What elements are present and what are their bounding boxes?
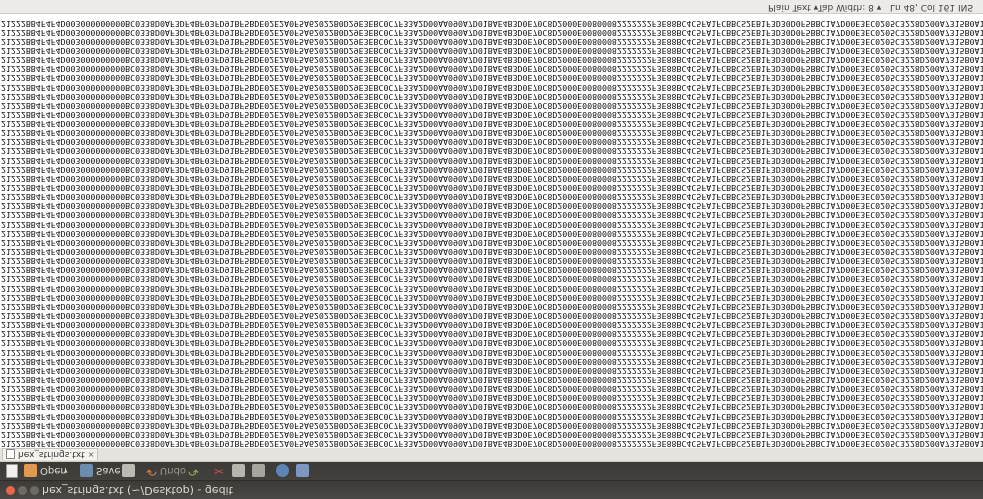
document-tabbar: hex_strings.txt ×: [0, 447, 983, 462]
undo-icon: ↶: [146, 463, 157, 479]
editor-line: 21222BB4F4F4D003000000000BC0338D0AF3DF4B…: [1, 73, 983, 84]
editor-line: 21222BB4F4F4D003000000000BC0338D0AF3DF4B…: [1, 173, 983, 184]
editor-line: 21222BB4F4F4D003000000000BC0338D0AF3DF4B…: [1, 82, 983, 93]
editor-line: 21222BB4F4F4D003000000000BC0338D0AF3DF4B…: [1, 100, 983, 111]
editor-line: 21222BB4F4F4D003000000000BC0338D0AF3DF4B…: [1, 128, 983, 139]
editor-line: 21222BB4F4F4D003000000000BC0338D0AF3DF4B…: [1, 119, 983, 130]
undo-label: Undo: [159, 465, 187, 477]
editor-line: 21222BB4F4F4D003000000000BC0338D0AF3DF4B…: [1, 201, 983, 212]
editor-line: 21222BB4F4F4D003000000000BC0338D0AF3DF4B…: [1, 338, 983, 349]
undo-button[interactable]: ↶ Undo: [146, 463, 186, 479]
search-icon: [276, 464, 289, 478]
open-button[interactable]: Open: [24, 463, 67, 479]
tab-hex-strings[interactable]: hex_strings.txt ×: [2, 448, 99, 460]
language-label: Plain Text: [768, 2, 811, 12]
editor-lines: 21222BB4F4F4D003000000000BC0338D0AF3DF4B…: [0, 18, 983, 448]
tab-close-icon[interactable]: ×: [88, 450, 95, 459]
editor-line: 21222BB4F4F4D003000000000BC0338D0AF3DF4B…: [1, 292, 983, 303]
copy-button[interactable]: [232, 463, 245, 479]
editor-line: 21222BB4F4F4D003000000000BC0338D0AF3DF4B…: [1, 329, 983, 340]
window-minimize-button[interactable]: [18, 486, 27, 495]
editor-line: 21222BB4F4F4D003000000000BC0338D0AF3DF4B…: [1, 429, 983, 440]
window-maximize-button[interactable]: [30, 486, 39, 495]
editor-line: 21222BB4F4F4D003000000000BC0338D0AF3DF4B…: [1, 375, 983, 386]
editor-line: 21222BB4F4F4D003000000000BC0338D0AF3DF4B…: [1, 109, 983, 120]
folder-icon: [24, 464, 37, 478]
editor-line: 21222BB4F4F4D003000000000BC0338D0AF3DF4B…: [1, 356, 983, 367]
tab-label: hex_strings.txt: [18, 449, 85, 460]
print-button[interactable]: [122, 463, 135, 479]
paste-button[interactable]: [252, 463, 265, 479]
editor-line: 21222BB4F4F4D003000000000BC0338D0AF3DF4B…: [1, 91, 983, 102]
editor-line: 21222BB4F4F4D003000000000BC0338D0AF3DF4B…: [1, 265, 983, 276]
editor-line: 21222BB4F4F4D003000000000BC0338D0AF3DF4B…: [1, 301, 983, 312]
editor-line: 21222BB4F4F4D003000000000BC0338D0AF3DF4B…: [1, 45, 983, 56]
editor-line: 21222BB4F4F4D003000000000BC0338D0AF3DF4B…: [1, 439, 983, 448]
insert-mode: INS: [958, 2, 974, 12]
editor-line: 21222BB4F4F4D003000000000BC0338D0AF3DF4B…: [1, 55, 983, 66]
search-button[interactable]: [276, 463, 289, 479]
redo-icon: ↷: [188, 463, 199, 479]
editor-line: 21222BB4F4F4D003000000000BC0338D0AF3DF4B…: [1, 384, 983, 395]
window-close-button[interactable]: [6, 486, 15, 495]
language-selector[interactable]: Plain Text ▾: [768, 2, 818, 12]
editor-line: 21222BB4F4F4D003000000000BC0338D0AF3DF4B…: [1, 256, 983, 267]
editor-line: 21222BB4F4F4D003000000000BC0338D0AF3DF4B…: [1, 137, 983, 148]
editor-line: 21222BB4F4F4D003000000000BC0338D0AF3DF4B…: [1, 347, 983, 358]
chevron-down-icon: ▾: [64, 467, 68, 475]
editor-line: 21222BB4F4F4D003000000000BC0338D0AF3DF4B…: [1, 274, 983, 285]
editor-line: 21222BB4F4F4D003000000000BC0338D0AF3DF4B…: [1, 183, 983, 194]
redo-button[interactable]: ↷: [188, 463, 199, 479]
printer-icon: [122, 464, 135, 478]
editor-line: 21222BB4F4F4D003000000000BC0338D0AF3DF4B…: [1, 228, 983, 239]
new-document-icon: [6, 464, 18, 478]
editor-line: 21222BB4F4F4D003000000000BC0338D0AF3DF4B…: [1, 420, 983, 431]
editor-line: 21222BB4F4F4D003000000000BC0338D0AF3DF4B…: [1, 219, 983, 230]
save-button[interactable]: Save: [80, 463, 121, 479]
editor-line: 21222BB4F4F4D003000000000BC0338D0AF3DF4B…: [1, 311, 983, 322]
editor-line: 21222BB4F4F4D003000000000BC0338D0AF3DF4B…: [1, 393, 983, 404]
editor-line: 21222BB4F4F4D003000000000BC0338D0AF3DF4B…: [1, 365, 983, 376]
main-toolbar: Open ▾ Save ↶ Undo ↷ ✂: [0, 461, 983, 481]
window-titlebar[interactable]: hex_strings.txt (~/Desktop) - gedit: [0, 481, 983, 499]
editor-line: 21222BB4F4F4D003000000000BC0338D0AF3DF4B…: [1, 18, 983, 29]
editor-line: 21222BB4F4F4D003000000000BC0338D0AF3DF4B…: [1, 402, 983, 413]
editor-line: 21222BB4F4F4D003000000000BC0338D0AF3DF4B…: [1, 155, 983, 166]
editor-line: 21222BB4F4F4D003000000000BC0338D0AF3DF4B…: [1, 64, 983, 75]
replace-button[interactable]: [296, 463, 309, 479]
window-controls: [6, 486, 39, 495]
editor-line: 21222BB4F4F4D003000000000BC0338D0AF3DF4B…: [1, 27, 983, 38]
text-file-icon: [6, 449, 15, 460]
clipboard-icon: [252, 464, 265, 478]
tab-width-label: Tab Width: 8: [818, 2, 874, 12]
editor-line: 21222BB4F4F4D003000000000BC0338D0AF3DF4B…: [1, 164, 983, 175]
window-title: hex_strings.txt (~/Desktop) - gedit: [42, 484, 233, 497]
save-icon: [80, 464, 93, 478]
editor-line: 21222BB4F4F4D003000000000BC0338D0AF3DF4B…: [1, 192, 983, 203]
editor-line: 21222BB4F4F4D003000000000BC0338D0AF3DF4B…: [1, 146, 983, 157]
new-document-button[interactable]: [6, 463, 18, 479]
open-recent-dropdown[interactable]: ▾: [64, 463, 68, 479]
replace-icon: [296, 464, 309, 478]
scissors-icon: ✂: [214, 464, 225, 478]
text-editor-area[interactable]: 21222BB4F4F4D003000000000BC0338D0AF3DF4B…: [0, 14, 983, 448]
editor-line: 21222BB4F4F4D003000000000BC0338D0AF3DF4B…: [1, 283, 983, 294]
open-label: Open: [40, 465, 67, 477]
editor-line: 21222BB4F4F4D003000000000BC0338D0AF3DF4B…: [1, 320, 983, 331]
save-label: Save: [96, 465, 121, 477]
editor-line: 21222BB4F4F4D003000000000BC0338D0AF3DF4B…: [1, 237, 983, 248]
editor-line: 21222BB4F4F4D003000000000BC0338D0AF3DF4B…: [1, 411, 983, 422]
copy-icon: [232, 464, 245, 478]
cursor-position: Ln 48, Col 161: [890, 2, 956, 12]
editor-line: 21222BB4F4F4D003000000000BC0338D0AF3DF4B…: [1, 247, 983, 258]
editor-line: 21222BB4F4F4D003000000000BC0338D0AF3DF4B…: [1, 36, 983, 47]
tab-width-selector[interactable]: Tab Width: 8 ▾: [818, 2, 881, 12]
statusbar: Plain Text ▾ Tab Width: 8 ▾ Ln 48, Col 1…: [0, 0, 983, 14]
cut-button[interactable]: ✂: [214, 463, 224, 479]
editor-line: 21222BB4F4F4D003000000000BC0338D0AF3DF4B…: [1, 210, 983, 221]
